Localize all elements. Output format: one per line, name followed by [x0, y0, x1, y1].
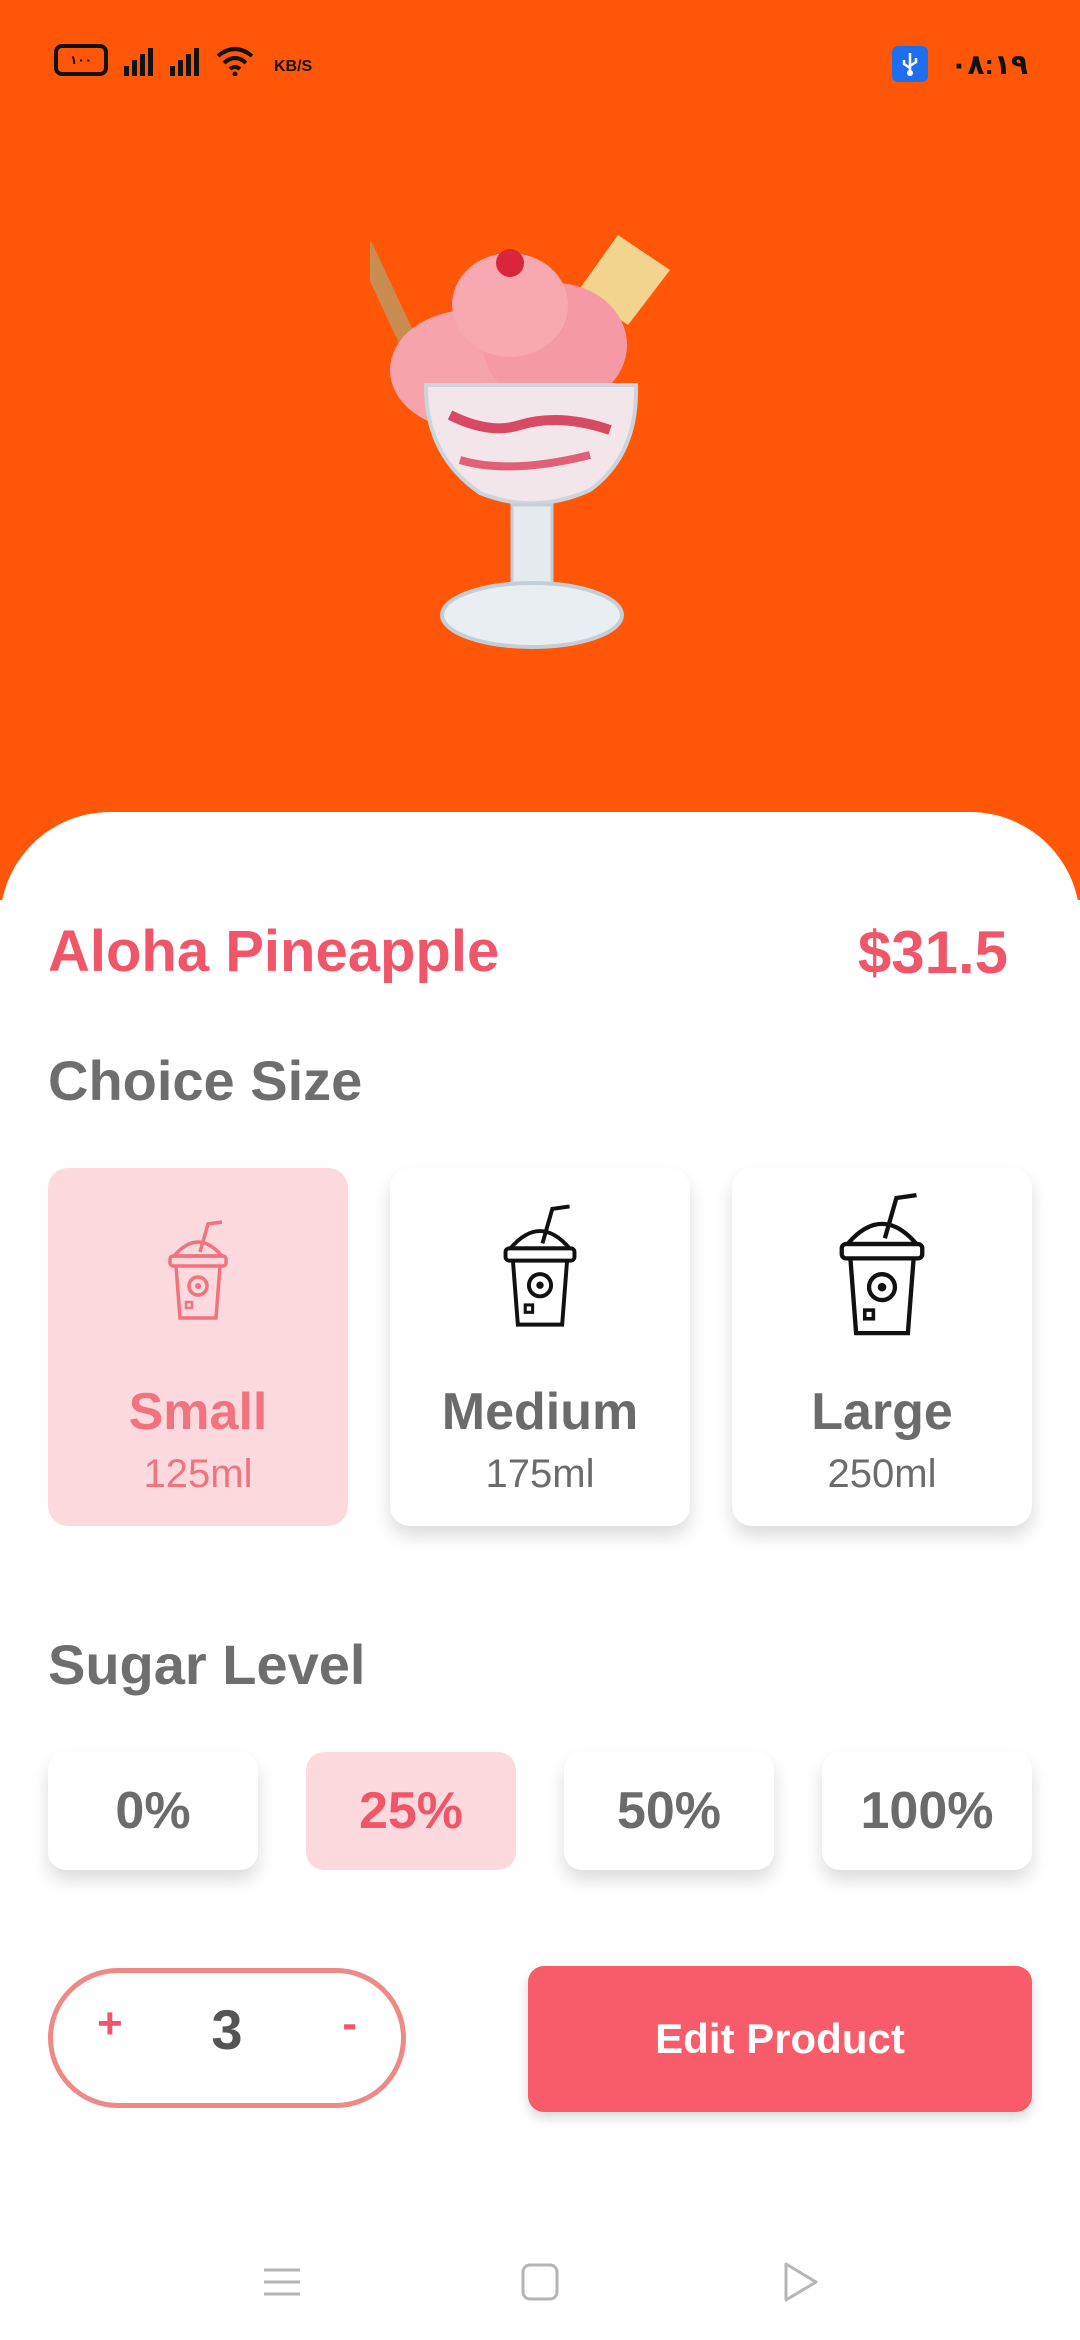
cup-icon — [839, 1192, 925, 1336]
sugar-section-title: Sugar Level — [48, 1633, 366, 1696]
size-volume: 250ml — [827, 1452, 937, 1496]
ice-cream-sundae-image — [370, 235, 670, 649]
system-nav-bar — [0, 2230, 1080, 2340]
cup-icon — [168, 1220, 228, 1320]
size-volume: 125ml — [143, 1452, 253, 1496]
size-option-small[interactable]: Small 125ml — [48, 1168, 348, 1526]
home-square-icon[interactable] — [510, 2252, 570, 2312]
status-bar: ۱۰۰ KB/S ۰۸:۱۹ — [0, 0, 1080, 130]
size-section-title: Choice Size — [48, 1049, 363, 1112]
network-speed-unit: KB/S — [274, 58, 313, 75]
decrement-button[interactable]: - — [342, 1999, 357, 2049]
signal-icon — [170, 48, 199, 76]
sugar-option-100[interactable]: 100% — [822, 1752, 1032, 1870]
cup-icon — [503, 1204, 577, 1327]
size-option-large[interactable]: Large 250ml — [732, 1168, 1032, 1526]
product-name: Aloha Pineapple — [48, 919, 500, 984]
size-volume: 175ml — [485, 1452, 595, 1496]
sugar-option-25[interactable]: 25% — [306, 1752, 516, 1870]
size-label: Small — [128, 1383, 268, 1441]
menu-icon[interactable] — [252, 2252, 312, 2312]
sugar-option-50[interactable]: 50% — [564, 1752, 774, 1870]
clock: ۰۸:۱۹ — [950, 48, 1028, 80]
size-label: Large — [811, 1383, 953, 1441]
size-option-medium[interactable]: Medium 175ml — [390, 1168, 690, 1526]
signal-icon — [124, 48, 153, 76]
back-triangle-icon[interactable] — [770, 2252, 830, 2312]
status-right: ۰۸:۱۹ — [892, 46, 1028, 82]
size-label: Medium — [441, 1383, 639, 1441]
status-left: ۱۰۰ KB/S — [54, 44, 312, 76]
sugar-option-0[interactable]: 0% — [48, 1752, 258, 1870]
wifi-icon — [216, 47, 254, 76]
battery-icon: ۱۰۰ — [54, 44, 108, 76]
edit-product-button[interactable]: Edit Product — [528, 1966, 1032, 2112]
battery-level: ۱۰۰ — [70, 53, 92, 67]
product-price: $31.5 — [857, 919, 1008, 986]
usb-icon — [892, 46, 929, 82]
quantity-stepper: + 3 - — [48, 1968, 406, 2108]
